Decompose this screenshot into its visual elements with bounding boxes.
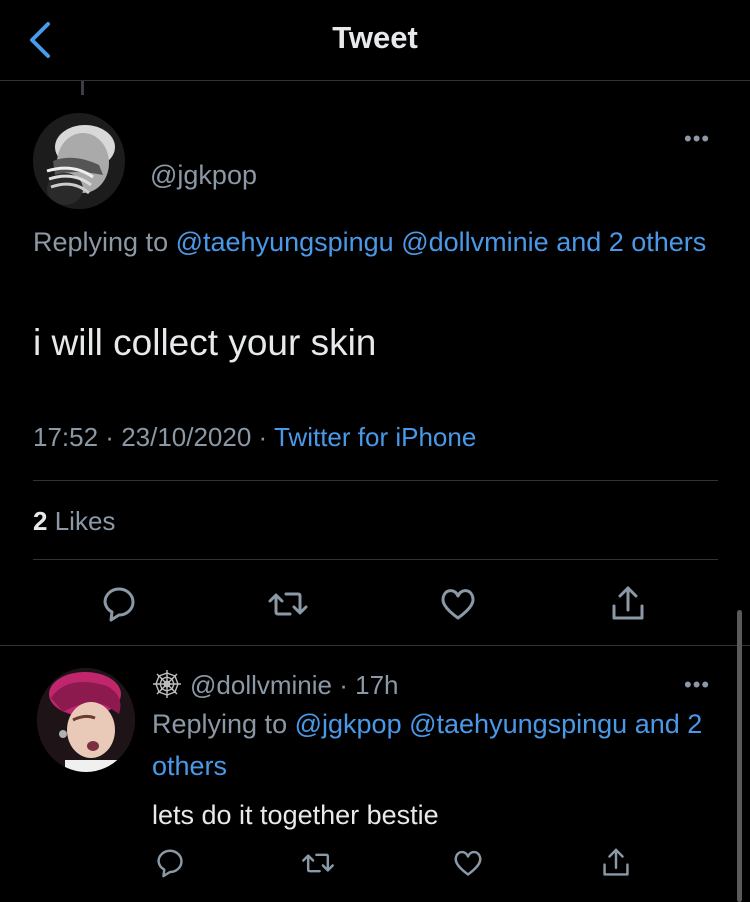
avatar[interactable]: [37, 668, 135, 772]
scrollbar[interactable]: [737, 610, 742, 902]
like-button[interactable]: [450, 845, 486, 881]
likes-label: Likes: [54, 506, 116, 536]
divider: [0, 645, 750, 646]
retweet-button[interactable]: [266, 582, 310, 626]
retweet-icon: [302, 853, 334, 873]
author-handle[interactable]: @jgkpop: [150, 160, 257, 191]
divider: [33, 559, 718, 560]
more-options-icon[interactable]: •••: [684, 126, 710, 152]
share-button[interactable]: [606, 582, 650, 626]
comment-icon: [103, 587, 135, 622]
tweet-meta: 17:52 · 23/10/2020 · Twitter for iPhone: [33, 422, 477, 452]
comment-icon: [157, 849, 183, 878]
spider-web-icon: [153, 670, 181, 698]
retweet-icon: [268, 592, 308, 616]
reply-text: lets do it together bestie: [152, 800, 439, 830]
replying-to: Replying to @taehyungspingu @dollvminie …: [33, 221, 723, 263]
reply-author-handle[interactable]: @dollvminie: [190, 670, 332, 700]
others-link[interactable]: and 2 others: [556, 227, 706, 257]
avatar-photo: [33, 113, 125, 209]
likes-count[interactable]: 2 Likes: [33, 506, 115, 537]
replying-to: Replying to @jgkpop @taehyungspingu and …: [152, 703, 712, 787]
share-icon: [603, 848, 629, 876]
mention-link[interactable]: @taehyungspingu: [409, 709, 627, 739]
mention-link[interactable]: @jgkpop: [295, 709, 402, 739]
replying-to-prefix: Replying to: [152, 709, 288, 739]
divider: [33, 480, 718, 481]
share-icon: [612, 586, 644, 620]
avatar[interactable]: [33, 113, 125, 209]
top-bar: Tweet: [0, 0, 750, 81]
thread-line: [81, 81, 84, 95]
replying-to-prefix: Replying to: [33, 227, 169, 257]
like-button[interactable]: [436, 582, 480, 626]
tweet-time: 17:52: [33, 422, 99, 452]
reply-header: @dollvminie · 17h: [152, 669, 399, 701]
reply-button[interactable]: [152, 845, 188, 881]
heart-icon: [441, 589, 475, 620]
retweet-button[interactable]: [300, 845, 336, 881]
reply-age: 17h: [355, 670, 399, 700]
heart-icon: [454, 850, 482, 876]
page-title: Tweet: [332, 20, 418, 55]
tweet-date: 23/10/2020: [121, 422, 252, 452]
share-button[interactable]: [598, 845, 634, 881]
reply-button[interactable]: [97, 582, 141, 626]
likes-number: 2: [33, 506, 48, 536]
more-options-icon[interactable]: •••: [684, 672, 710, 698]
mention-link[interactable]: @taehyungspingu: [176, 227, 394, 257]
mention-link[interactable]: @dollvminie: [401, 227, 548, 257]
tweet-source[interactable]: Twitter for iPhone: [274, 422, 476, 452]
avatar-photo: [37, 668, 135, 772]
tweet-text: i will collect your skin: [33, 322, 377, 363]
